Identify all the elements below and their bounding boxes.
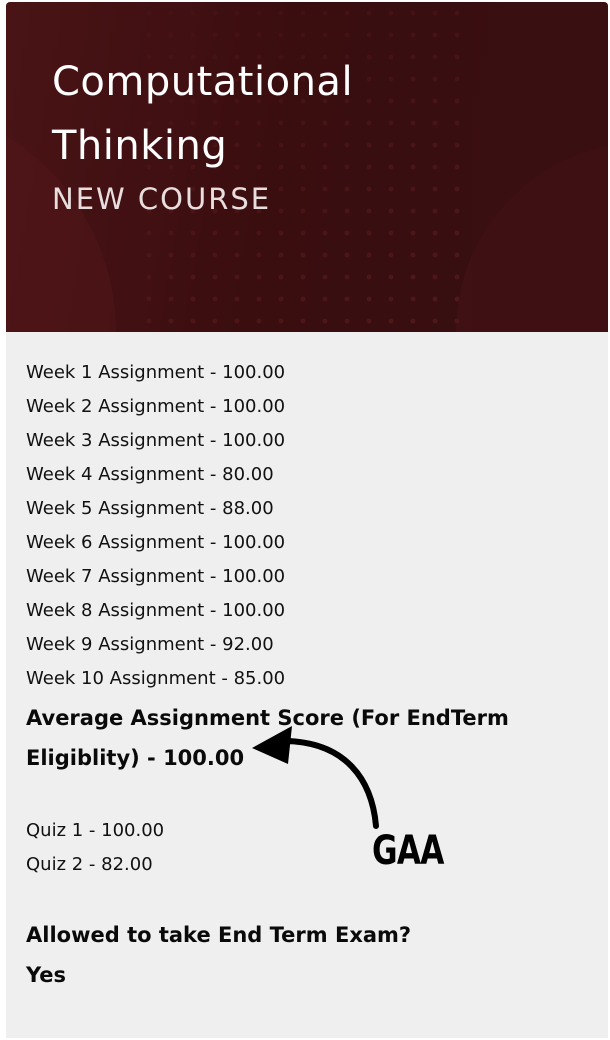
average-line2: Eligiblity) - 100.00: [26, 746, 245, 770]
assignment-row-2: Week 2 Assignment - 100.00: [26, 396, 286, 417]
assignment-row-8: Week 8 Assignment - 100.00: [26, 600, 286, 621]
assignment-row-10: Week 10 Assignment - 85.00: [26, 668, 286, 689]
assignment-row-4: Week 4 Assignment - 80.00: [26, 464, 274, 485]
assignment-row-6: Week 6 Assignment - 100.00: [26, 532, 286, 553]
course-title: Computational Thinking: [52, 50, 472, 178]
course-title-line1: Computational: [52, 59, 354, 105]
assignment-row-5: Week 5 Assignment - 88.00: [26, 498, 274, 519]
quiz-row-2: Quiz 2 - 82.00: [26, 854, 153, 875]
course-banner: Computational Thinking NEW COURSE: [6, 2, 608, 332]
average-line1: Average Assignment Score (For EndTerm: [26, 706, 509, 730]
course-subtitle: NEW COURSE: [52, 182, 272, 216]
scores-panel: Week 1 Assignment - 100.00 Week 2 Assign…: [6, 332, 608, 995]
assignment-row-1: Week 1 Assignment - 100.00: [26, 362, 286, 383]
average-assignment-score: Average Assignment Score (For EndTerm El…: [26, 698, 546, 778]
course-card: Computational Thinking NEW COURSE Week 1 …: [6, 2, 608, 1038]
gaa-annotation-label: GAA: [372, 828, 444, 874]
exam-eligibility-answer: Yes: [26, 963, 67, 987]
assignment-row-3: Week 3 Assignment - 100.00: [26, 430, 286, 451]
assignment-row-7: Week 7 Assignment - 100.00: [26, 566, 286, 587]
quiz-list: Quiz 1 - 100.00 Quiz 2 - 82.00: [26, 814, 608, 882]
assignment-row-9: Week 9 Assignment - 92.00: [26, 634, 274, 655]
course-title-line2: Thinking: [52, 123, 228, 169]
quiz-row-1: Quiz 1 - 100.00: [26, 820, 165, 841]
exam-eligibility-question: Allowed to take End Term Exam?: [26, 923, 412, 947]
